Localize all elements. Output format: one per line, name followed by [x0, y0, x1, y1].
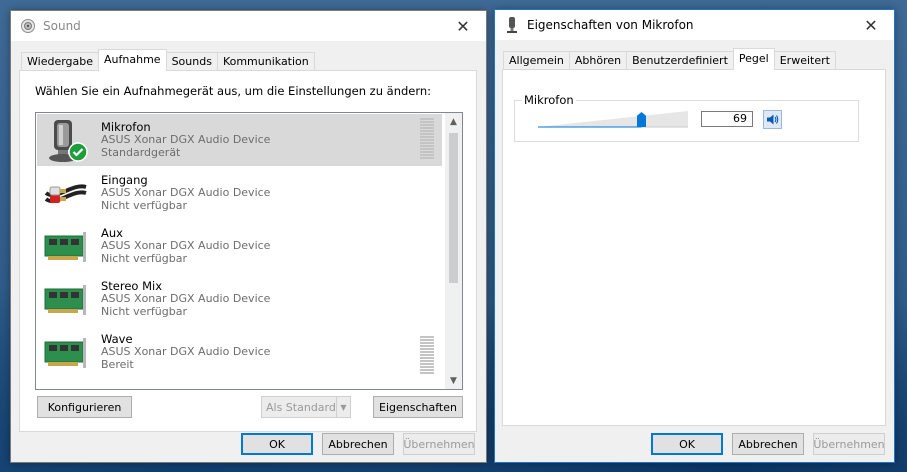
soundcard-icon	[42, 224, 90, 270]
device-status: Nicht verfügbar	[101, 252, 187, 265]
level-slider[interactable]	[538, 107, 688, 129]
tab-sounds[interactable]: Sounds	[165, 52, 218, 71]
scroll-down-arrow-icon[interactable]: ▼	[445, 372, 462, 389]
level-meter	[420, 118, 434, 160]
tab-allgemein[interactable]: Allgemein	[503, 51, 570, 70]
sound-tabs: Wiedergabe Aufnahme Sounds Kommunikation	[21, 49, 486, 71]
device-status: Bereit	[101, 358, 134, 371]
properties-button[interactable]: Eigenschaften	[373, 396, 463, 418]
device-status: Nicht verfügbar	[101, 305, 187, 318]
device-name: Eingang	[101, 173, 148, 187]
recording-device-list[interactable]: Mikrofon ASUS Xonar DGX Audio Device Sta…	[35, 112, 463, 390]
list-item-mikrofon[interactable]: Mikrofon ASUS Xonar DGX Audio Device Sta…	[37, 114, 442, 166]
configure-button[interactable]: Konfigurieren	[37, 396, 132, 418]
mic-tabs: Allgemein Abhören Benutzerdefiniert Pege…	[503, 48, 894, 70]
instruction-text: Wählen Sie ein Aufnahmegerät aus, um die…	[35, 84, 432, 98]
soundcard-icon	[42, 277, 90, 323]
sound-close-button[interactable]: ✕	[440, 11, 486, 41]
tab-erweitert[interactable]: Erweitert	[773, 51, 836, 70]
mic-close-button[interactable]: ✕	[848, 10, 894, 40]
device-name: Aux	[101, 226, 123, 240]
mic-properties-window: Eigenschaften von Mikrofon ✕ Allgemein A…	[494, 9, 895, 463]
mic-titlebar[interactable]: Eigenschaften von Mikrofon ✕	[495, 10, 894, 40]
list-item-stereo-mix[interactable]: Stereo Mix ASUS Xonar DGX Audio Device N…	[37, 273, 442, 325]
list-item-aux[interactable]: Aux ASUS Xonar DGX Audio Device Nicht ve…	[37, 220, 442, 272]
mute-speaker-button[interactable]	[763, 110, 782, 129]
device-description: ASUS Xonar DGX Audio Device	[101, 133, 271, 146]
microphone-icon	[503, 16, 521, 34]
tab-wiedergabe[interactable]: Wiedergabe	[21, 52, 100, 71]
device-description: ASUS Xonar DGX Audio Device	[101, 292, 271, 305]
scroll-up-arrow-icon[interactable]: ▲	[445, 113, 462, 130]
soundcard-icon	[42, 330, 90, 376]
device-name: Stereo Mix	[101, 279, 163, 293]
device-status: Standardgerät	[101, 146, 181, 159]
speaker-volume-icon	[767, 114, 779, 125]
level-value-field[interactable]: 69	[701, 111, 753, 127]
mic-apply-button[interactable]: Übernehmen	[813, 433, 885, 455]
tab-benutzerdefiniert[interactable]: Benutzerdefiniert	[626, 51, 734, 70]
pegel-panel: Mikrofon 69	[502, 69, 886, 426]
device-list-scrollbar[interactable]: ▲ ▼	[445, 113, 462, 389]
microphone-icon	[42, 118, 90, 164]
tab-aufnahme[interactable]: Aufnahme	[98, 49, 167, 71]
sound-apply-button[interactable]: Übernehmen	[403, 433, 475, 455]
speaker-icon	[19, 17, 37, 35]
set-default-label: Als Standard	[266, 400, 336, 414]
group-label: Mikrofon	[522, 93, 576, 107]
aufnahme-panel: Wählen Sie ein Aufnahmegerät aus, um die…	[19, 70, 477, 432]
tab-kommunikation[interactable]: Kommunikation	[216, 52, 315, 71]
sound-window: Sound ✕ Wiedergabe Aufnahme Sounds Kommu…	[10, 10, 487, 463]
dropdown-arrow-icon[interactable]: ▼	[336, 397, 350, 417]
cable-plug-icon	[42, 171, 90, 217]
device-name: Wave	[101, 332, 133, 346]
device-description: ASUS Xonar DGX Audio Device	[101, 186, 271, 199]
tab-pegel[interactable]: Pegel	[732, 48, 775, 70]
tab-abhoeren[interactable]: Abhören	[568, 51, 628, 70]
mic-window-title: Eigenschaften von Mikrofon	[527, 18, 694, 32]
list-item-wave[interactable]: Wave ASUS Xonar DGX Audio Device Bereit	[37, 326, 442, 378]
sound-ok-button[interactable]: OK	[241, 433, 313, 455]
device-description: ASUS Xonar DGX Audio Device	[101, 345, 271, 358]
device-description: ASUS Xonar DGX Audio Device	[101, 239, 271, 252]
sound-cancel-button[interactable]: Abbrechen	[322, 433, 394, 455]
sound-titlebar[interactable]: Sound ✕	[11, 11, 486, 41]
device-name: Mikrofon	[101, 120, 151, 134]
mikrofon-level-group: Mikrofon 69	[514, 93, 859, 142]
device-status: Nicht verfügbar	[101, 199, 187, 212]
sound-window-title: Sound	[43, 19, 81, 33]
set-default-button[interactable]: Als Standard ▼	[261, 396, 351, 418]
level-meter	[420, 336, 434, 375]
slider-track	[538, 111, 688, 128]
mic-ok-button[interactable]: OK	[651, 433, 723, 455]
scrollbar-thumb[interactable]	[449, 133, 458, 283]
list-item-eingang[interactable]: Eingang ASUS Xonar DGX Audio Device Nich…	[37, 167, 442, 219]
mic-cancel-button[interactable]: Abbrechen	[732, 433, 804, 455]
